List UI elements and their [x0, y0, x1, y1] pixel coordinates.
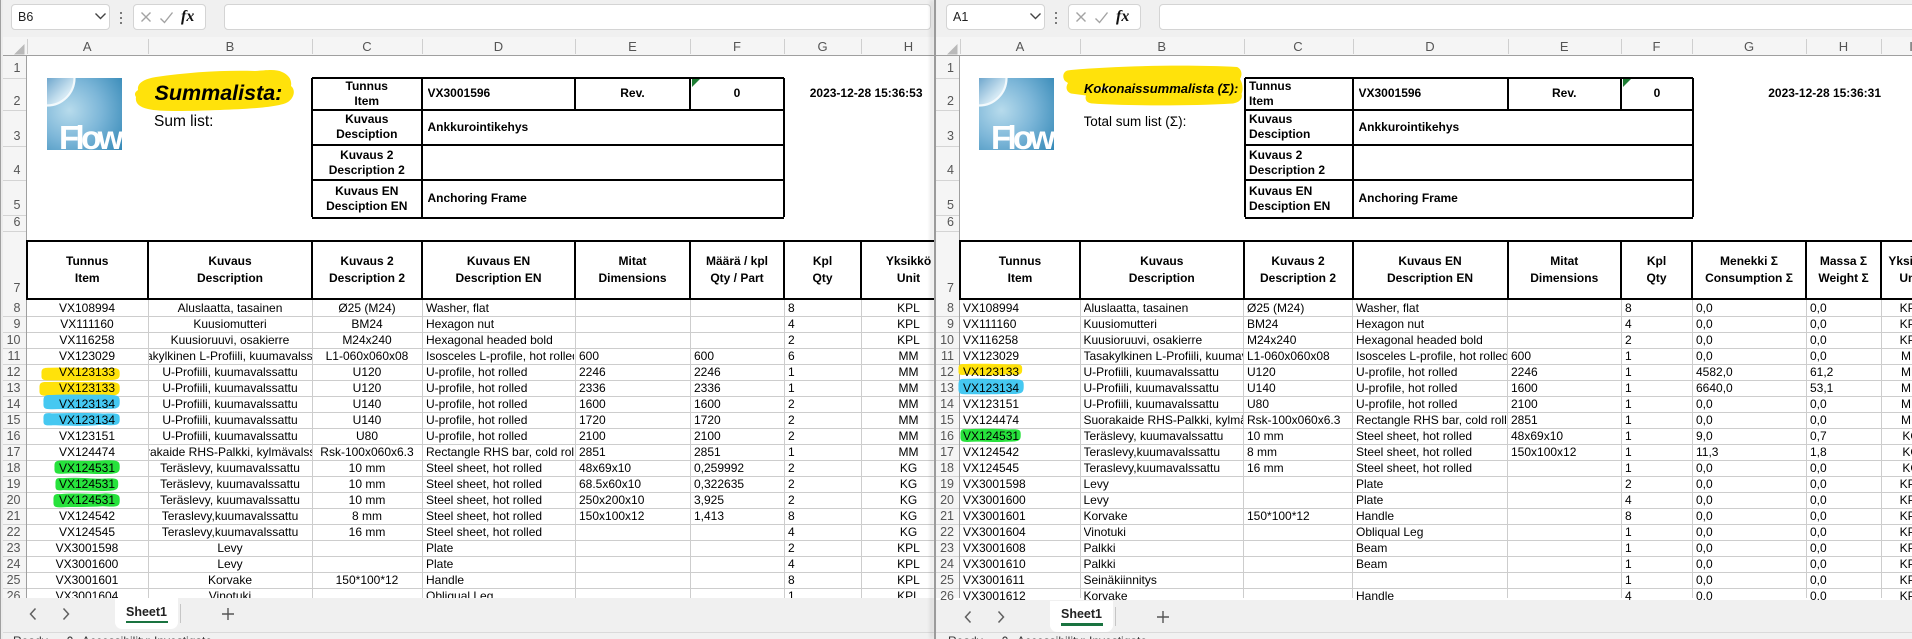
svg-text:Flow: Flow — [59, 119, 122, 150]
svg-text:Flow: Flow — [991, 119, 1054, 150]
